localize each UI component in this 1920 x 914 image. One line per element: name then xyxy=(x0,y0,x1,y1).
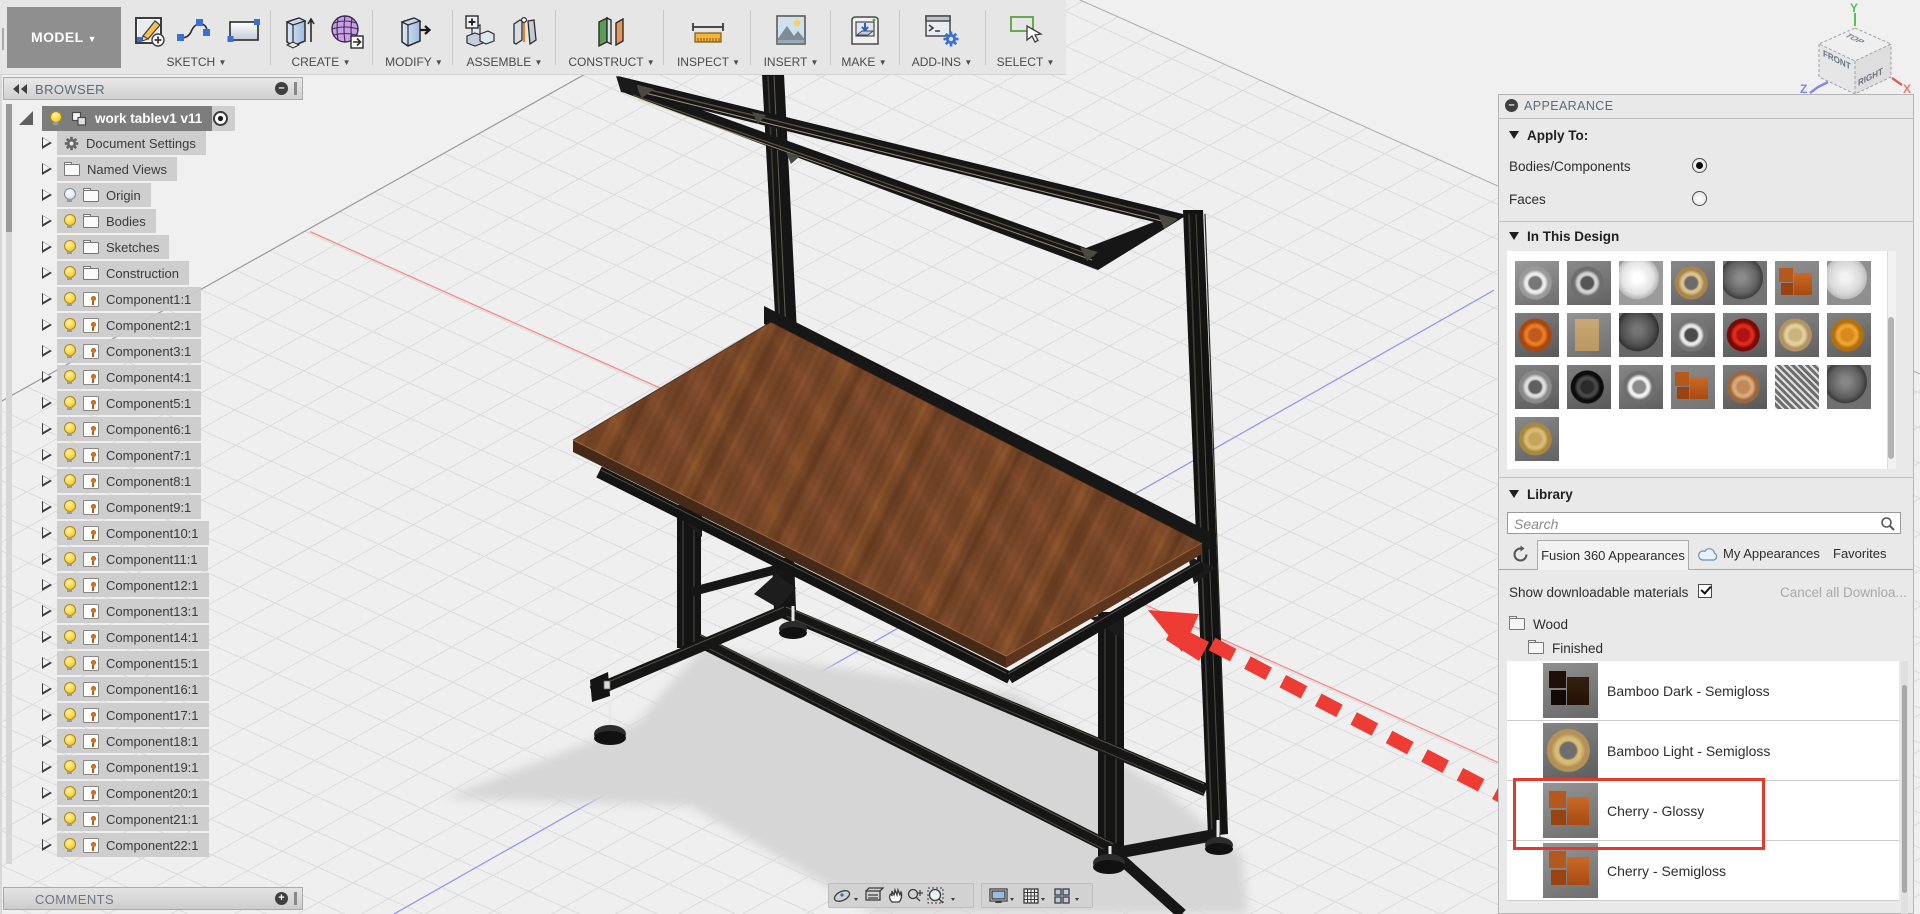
svg-text:X: X xyxy=(1903,82,1911,94)
svg-text:Z: Z xyxy=(1800,82,1807,94)
svg-text:Y: Y xyxy=(1850,1,1858,15)
